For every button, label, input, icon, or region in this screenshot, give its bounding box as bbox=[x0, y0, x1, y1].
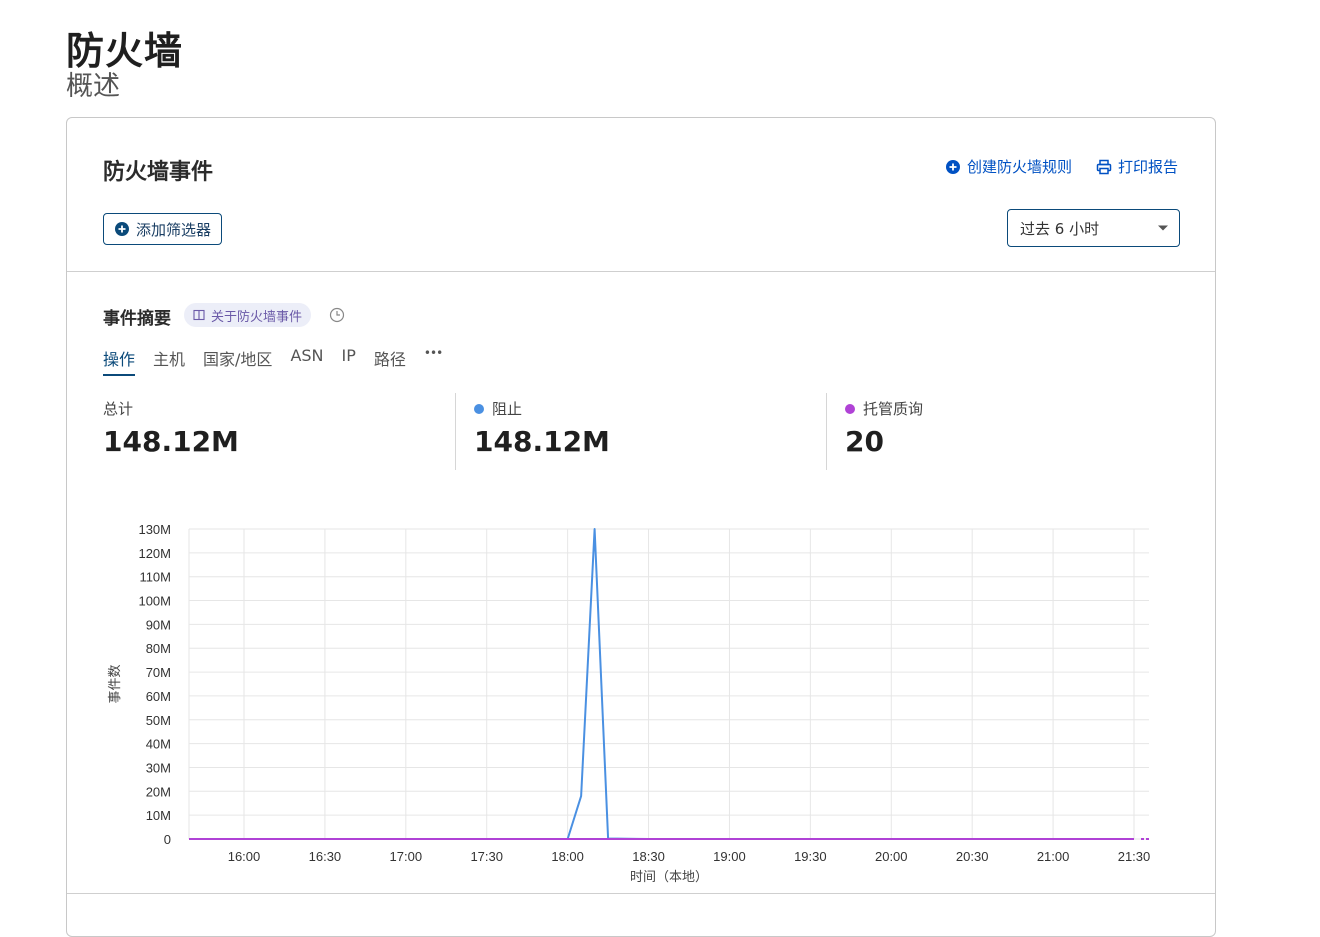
about-label: 关于防火墙事件 bbox=[211, 309, 303, 325]
metric-total-value: 148.12M bbox=[103, 425, 239, 458]
time-range-select[interactable]: 过去 6 小时 bbox=[1007, 209, 1180, 247]
metric-managed-challenge-label: 托管质询 bbox=[863, 400, 924, 418]
x-axis-label: 时间（本地） bbox=[630, 869, 708, 884]
y-tick-label: 120M bbox=[138, 546, 171, 561]
y-tick-label: 50M bbox=[146, 713, 171, 728]
series-line-blocked bbox=[190, 528, 1134, 840]
y-tick-label: 20M bbox=[146, 784, 171, 799]
events-line-chart: 0 10M 20M 30M 40M 50M 60M 70M 80M 90M 100M 110M 120M… bbox=[107, 522, 1151, 884]
metric-blocked: 阻止 148.12M bbox=[474, 398, 610, 458]
metric-total: 总计 148.12M bbox=[103, 398, 239, 458]
x-tick-label: 19:00 bbox=[713, 849, 746, 864]
purple-dot-icon bbox=[845, 403, 855, 414]
caret-down-icon bbox=[1157, 224, 1169, 232]
page-subtitle: 概述 bbox=[66, 71, 120, 102]
x-tick-label: 17:30 bbox=[470, 849, 503, 864]
y-tick-label: 0 bbox=[164, 832, 171, 847]
metric-separator bbox=[455, 393, 456, 470]
clock-icon[interactable] bbox=[329, 307, 345, 323]
x-tick-label: 16:30 bbox=[309, 849, 342, 864]
x-tick-label: 19:30 bbox=[794, 849, 827, 864]
x-tick-label: 16:00 bbox=[228, 849, 261, 864]
x-tick-label: 18:00 bbox=[551, 849, 584, 864]
x-tick-label: 20:00 bbox=[875, 849, 908, 864]
more-tabs-icon[interactable]: ••• bbox=[424, 346, 443, 376]
plus-circle-icon bbox=[114, 221, 130, 237]
y-axis-label: 事件数 bbox=[107, 664, 122, 703]
y-tick-label: 40M bbox=[146, 737, 171, 752]
add-filter-button[interactable]: 添加筛选器 bbox=[103, 213, 223, 245]
time-range-value: 过去 6 小时 bbox=[1020, 219, 1100, 238]
summary-title: 事件摘要 bbox=[103, 309, 171, 329]
add-filter-label: 添加筛选器 bbox=[136, 220, 212, 239]
metric-blocked-value: 148.12M bbox=[474, 425, 610, 458]
y-tick-label: 110M bbox=[139, 570, 171, 585]
x-tick-label: 18:30 bbox=[632, 849, 665, 864]
y-tick-label: 10M bbox=[146, 808, 171, 823]
create-rule-link[interactable]: 创建防火墙规则 bbox=[945, 156, 1072, 177]
metric-managed-challenge: 托管质询 20 bbox=[845, 398, 923, 458]
y-tick-label: 90M bbox=[146, 617, 171, 632]
print-report-label: 打印报告 bbox=[1118, 158, 1179, 176]
about-firewall-events-link[interactable]: 关于防火墙事件 bbox=[184, 303, 312, 327]
y-tick-label: 130M bbox=[138, 522, 171, 537]
firewall-events-card: 防火墙事件 创建防火墙规则 打印报告 添加筛选器 过去 6 小时 事件摘要 关于… bbox=[66, 117, 1216, 937]
x-tick-label: 20:30 bbox=[956, 849, 989, 864]
section-divider bbox=[67, 271, 1215, 272]
tab-ip[interactable]: IP bbox=[342, 346, 356, 376]
card-bottom-divider bbox=[67, 893, 1215, 894]
blue-dot-icon bbox=[474, 403, 484, 414]
tab-path[interactable]: 路径 bbox=[374, 346, 406, 376]
metric-separator bbox=[826, 393, 827, 470]
create-rule-label: 创建防火墙规则 bbox=[967, 158, 1073, 176]
book-icon bbox=[193, 309, 205, 321]
metric-blocked-label: 阻止 bbox=[492, 400, 523, 418]
x-tick-label: 21:00 bbox=[1037, 849, 1070, 864]
print-report-link[interactable]: 打印报告 bbox=[1096, 156, 1178, 177]
card-title: 防火墙事件 bbox=[103, 160, 214, 185]
x-tick-label: 17:00 bbox=[390, 849, 423, 864]
tab-host[interactable]: 主机 bbox=[153, 346, 185, 376]
plus-circle-icon bbox=[945, 159, 961, 175]
x-tick-label: 21:30 bbox=[1118, 849, 1151, 864]
summary-tabs: 操作 主机 国家/地区 ASN IP 路径 ••• bbox=[103, 346, 443, 376]
metric-total-label: 总计 bbox=[103, 400, 134, 418]
y-tick-label: 60M bbox=[146, 689, 171, 704]
y-tick-label: 70M bbox=[146, 665, 171, 680]
y-tick-label: 100M bbox=[138, 594, 171, 609]
tab-country[interactable]: 国家/地区 bbox=[203, 346, 272, 376]
tab-asn[interactable]: ASN bbox=[290, 346, 323, 376]
y-tick-label: 30M bbox=[146, 760, 171, 775]
y-tick-label: 80M bbox=[146, 641, 171, 656]
metric-managed-challenge-value: 20 bbox=[845, 425, 884, 458]
tab-action[interactable]: 操作 bbox=[103, 346, 136, 376]
printer-icon bbox=[1096, 159, 1112, 175]
